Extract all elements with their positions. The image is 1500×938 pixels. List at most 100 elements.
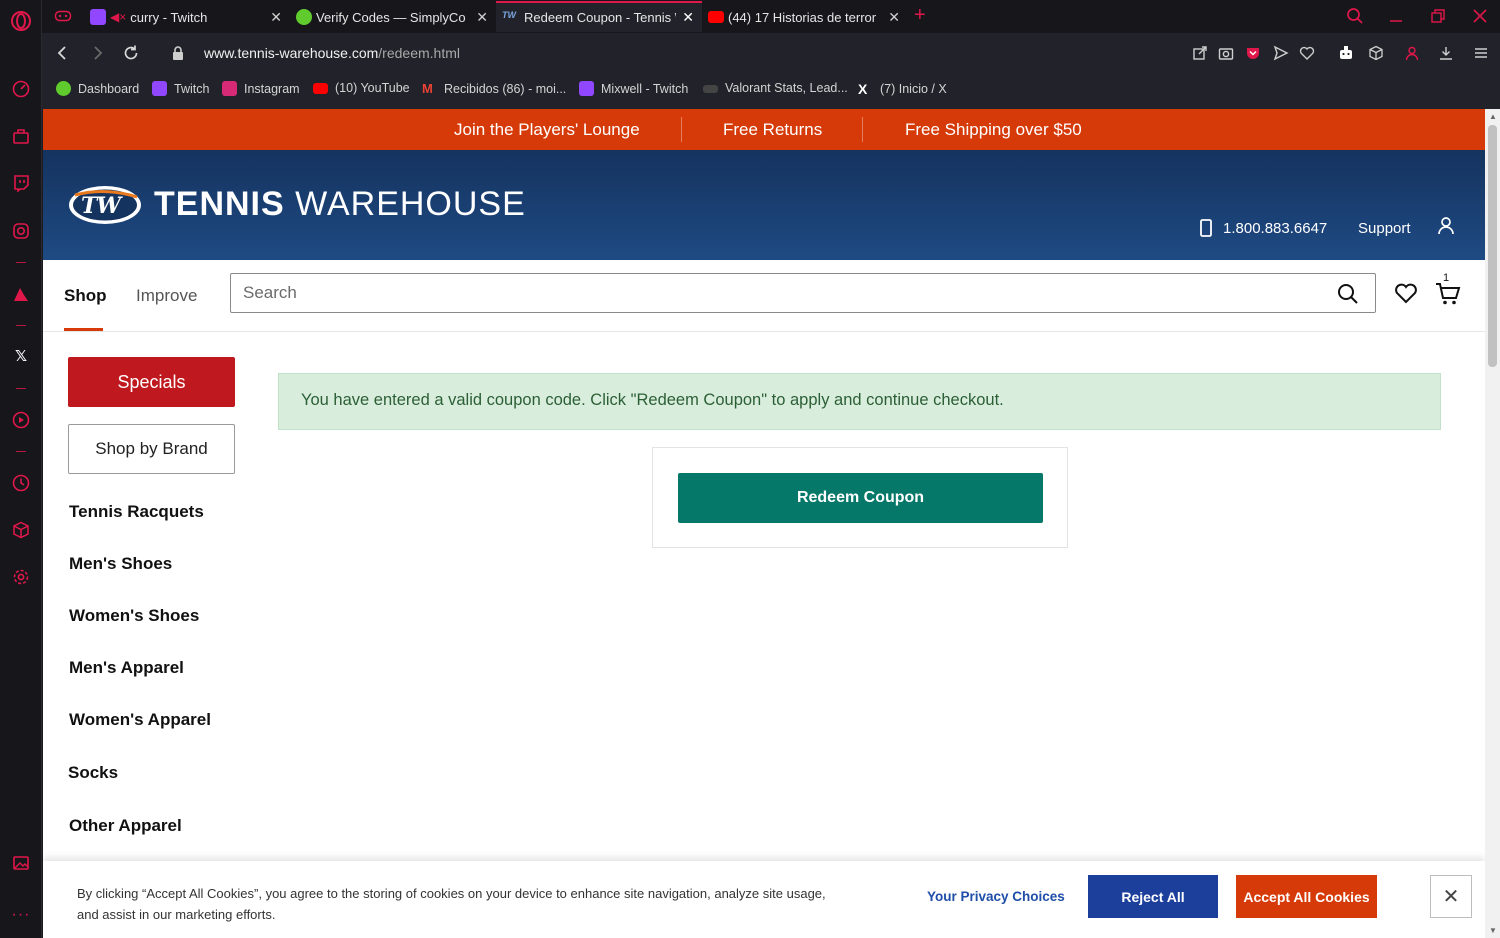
free-shipping-link[interactable]: Free Shipping over $50	[905, 120, 1082, 140]
share-edit-icon[interactable]	[1192, 45, 1208, 61]
gallery-icon[interactable]	[10, 852, 32, 874]
scrollbar-thumb[interactable]	[1488, 125, 1497, 367]
bookmark-instagram[interactable]: Instagram	[222, 81, 300, 96]
shop-by-brand-button[interactable]: Shop by Brand	[68, 424, 235, 474]
send-icon[interactable]	[1273, 45, 1289, 61]
more-dots-icon[interactable]: ···	[10, 904, 32, 926]
scroll-down-arrow-icon[interactable]: ▼	[1489, 926, 1497, 935]
category-socks[interactable]: Socks	[68, 763, 118, 783]
phone-number[interactable]: 1.800.883.6647	[1223, 220, 1327, 237]
bookmark-valorant[interactable]: Valorant Stats, Lead...	[703, 81, 848, 95]
aria-icon[interactable]	[10, 283, 32, 305]
instagram-icon[interactable]	[10, 220, 32, 242]
download-icon[interactable]	[1438, 45, 1454, 61]
new-tab-button[interactable]: +	[914, 4, 926, 27]
url-field[interactable]: www.tennis-warehouse.com/redeem.html	[204, 45, 460, 61]
category-mens-apparel[interactable]: Men's Apparel	[69, 658, 184, 678]
players-lounge-link[interactable]: Join the Players' Lounge	[454, 120, 640, 140]
heart-icon[interactable]	[1299, 45, 1315, 61]
brand-wordmark[interactable]: TENNIS WAREHOUSE	[154, 185, 526, 224]
brand-light: WAREHOUSE	[295, 185, 526, 223]
cart-icon[interactable]	[1435, 282, 1461, 306]
active-tab-indicator	[64, 328, 103, 331]
bookmark-x[interactable]: X (7) Inicio / X	[858, 81, 947, 97]
category-mens-shoes[interactable]: Men's Shoes	[69, 554, 172, 574]
tab-improve[interactable]: Improve	[136, 286, 197, 306]
bag-icon[interactable]	[10, 125, 32, 147]
workspace-gamepad-icon[interactable]	[54, 8, 72, 24]
search-box	[230, 273, 1376, 313]
settings-gear-icon[interactable]	[10, 566, 32, 588]
pocket-shield-icon[interactable]	[1245, 45, 1261, 61]
close-tab-icon[interactable]: ✕	[270, 9, 282, 26]
tw-logo-icon[interactable]: TW	[67, 183, 143, 227]
wishlist-heart-icon[interactable]	[1394, 282, 1418, 304]
reject-all-button[interactable]: Reject All	[1088, 875, 1218, 918]
free-returns-link[interactable]: Free Returns	[723, 120, 822, 140]
search-input[interactable]	[231, 274, 1321, 312]
opera-logo-icon[interactable]	[10, 10, 32, 32]
category-womens-shoes[interactable]: Women's Shoes	[69, 606, 199, 626]
gmail-favicon-icon: M	[422, 81, 433, 96]
x-favicon-icon: X	[858, 81, 868, 97]
extensions-box-icon[interactable]	[10, 519, 32, 541]
bookmark-label: (7) Inicio / X	[880, 81, 947, 96]
extensions-cube-icon[interactable]	[1368, 45, 1384, 61]
bookmark-gmail[interactable]: M Recibidos (86) - moi...	[422, 81, 566, 96]
account-user-icon[interactable]	[1437, 216, 1455, 236]
forward-icon[interactable]	[88, 44, 106, 62]
phone-icon	[1199, 219, 1213, 237]
close-tab-icon[interactable]: ✕	[682, 9, 694, 26]
extension-robot-icon[interactable]	[1338, 45, 1354, 61]
muted-speaker-icon[interactable]: ◀×	[110, 10, 126, 24]
x-twitter-icon[interactable]: 𝕏	[10, 345, 32, 367]
promo-divider	[681, 117, 682, 142]
support-link[interactable]: Support	[1358, 220, 1411, 237]
back-icon[interactable]	[54, 44, 72, 62]
promo-bar: Join the Players' Lounge Free Returns Fr…	[43, 109, 1485, 150]
search-icon[interactable]	[1337, 283, 1359, 305]
close-tab-icon[interactable]: ✕	[476, 9, 488, 26]
browser-sidebar: 𝕏 ···	[0, 0, 42, 938]
bookmark-dashboard[interactable]: Dashboard	[56, 81, 139, 96]
page-scrollbar[interactable]: ▲ ▼	[1485, 109, 1500, 938]
redeem-coupon-button[interactable]: Redeem Coupon	[678, 473, 1043, 523]
tracker-favicon-icon	[703, 85, 718, 93]
player-icon[interactable]	[10, 409, 32, 431]
lock-icon[interactable]	[171, 45, 185, 61]
coupon-box: Redeem Coupon	[652, 447, 1068, 548]
instagram-favicon-icon	[222, 81, 237, 96]
tab-search-icon[interactable]	[1346, 7, 1364, 25]
bookmark-label: Recibidos (86) - moi...	[444, 81, 567, 96]
easy-setup-menu-icon[interactable]	[1473, 45, 1489, 61]
bookmark-mixwell[interactable]: Mixwell - Twitch	[579, 81, 688, 96]
tab-simplycodes[interactable]: Verify Codes — SimplyCod ✕	[290, 2, 496, 32]
twitch-icon[interactable]	[10, 172, 32, 194]
accept-all-cookies-button[interactable]: Accept All Cookies	[1236, 875, 1377, 918]
scroll-up-arrow-icon[interactable]: ▲	[1489, 112, 1497, 121]
tab-twitch[interactable]: ◀× curry - Twitch ✕	[84, 2, 290, 32]
tab-tennis-warehouse[interactable]: TW Redeem Coupon - Tennis W ✕	[496, 1, 702, 32]
privacy-choices-link[interactable]: Your Privacy Choices	[927, 889, 1065, 904]
close-window-icon[interactable]	[1472, 8, 1488, 24]
category-other-apparel[interactable]: Other Apparel	[69, 816, 182, 836]
category-tennis-racquets[interactable]: Tennis Racquets	[69, 502, 204, 522]
profile-icon[interactable]	[1404, 45, 1420, 61]
speed-dial-icon[interactable]	[10, 78, 32, 100]
tab-shop[interactable]: Shop	[64, 286, 107, 306]
youtube-favicon-icon	[313, 82, 328, 94]
reload-icon[interactable]	[122, 44, 140, 62]
camera-snapshot-icon[interactable]	[1218, 45, 1234, 61]
bookmark-youtube[interactable]: (10) YouTube	[313, 81, 410, 95]
minimize-icon[interactable]	[1388, 8, 1404, 24]
bookmark-twitch[interactable]: Twitch	[152, 81, 209, 96]
history-icon[interactable]	[10, 472, 32, 494]
cookie-text: By clicking “Accept All Cookies”, you ag…	[77, 886, 826, 922]
specials-button[interactable]: Specials	[68, 357, 235, 407]
address-bar-row: www.tennis-warehouse.com/redeem.html	[42, 33, 1500, 73]
tab-youtube[interactable]: (44) 17 Historias de terror c ✕	[702, 2, 908, 32]
close-cookie-banner-button[interactable]: ✕	[1430, 875, 1472, 918]
restore-icon[interactable]	[1430, 8, 1446, 24]
close-tab-icon[interactable]: ✕	[888, 9, 900, 26]
category-womens-apparel[interactable]: Women's Apparel	[69, 710, 211, 730]
